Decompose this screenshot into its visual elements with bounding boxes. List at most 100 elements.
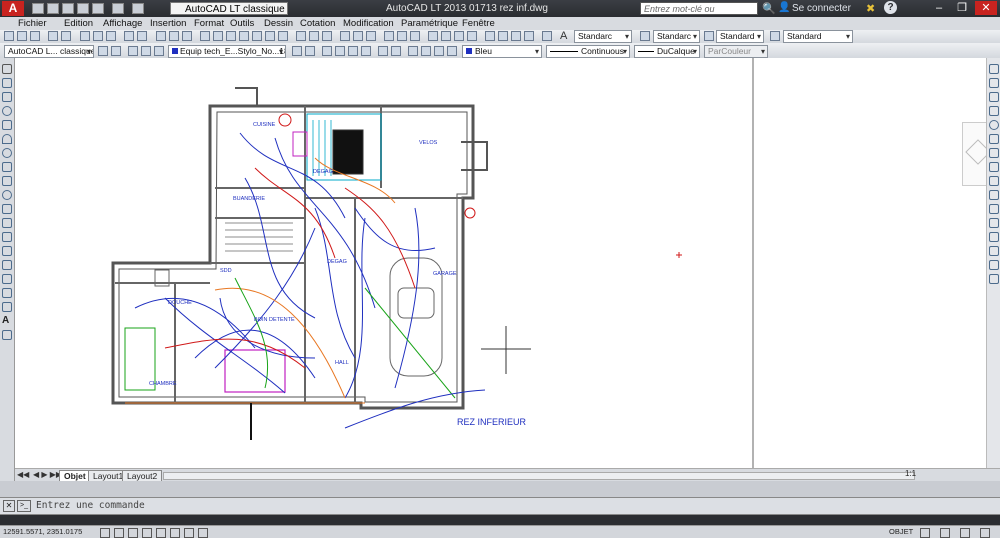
sign-in-link[interactable]: Se connecter <box>792 3 851 14</box>
copy-object-icon[interactable] <box>340 31 350 41</box>
plotstyle-dropdown[interactable]: ParCouleur <box>704 45 768 58</box>
user-icon[interactable]: 👤 <box>778 2 790 14</box>
close-button[interactable]: ✕ <box>975 1 997 15</box>
dim-style-dropdown[interactable]: Standarc <box>653 30 700 43</box>
redo-icon[interactable] <box>132 3 144 14</box>
layer-manager-icon[interactable] <box>111 46 121 56</box>
redo-icon[interactable] <box>137 31 147 41</box>
menu-format[interactable]: Format <box>194 17 224 30</box>
table-style-dropdown[interactable]: Standard <box>716 30 764 43</box>
dim-style-icon[interactable] <box>640 31 650 41</box>
stretch-icon[interactable] <box>441 31 451 41</box>
menu-dessin[interactable]: Dessin <box>264 17 293 30</box>
maximize-button[interactable]: ❐ <box>951 1 973 15</box>
explode-icon[interactable] <box>989 274 999 284</box>
layer-lock-icon[interactable] <box>378 46 388 56</box>
plot-icon[interactable] <box>92 3 104 14</box>
add-selected-icon[interactable] <box>2 330 12 340</box>
make-current-icon[interactable] <box>292 46 302 56</box>
ellipse-icon[interactable] <box>2 190 12 200</box>
polygon-icon[interactable] <box>2 106 12 116</box>
layer-previous-icon[interactable] <box>305 46 315 56</box>
layer-freeze-icon[interactable] <box>348 46 358 56</box>
markup-icon[interactable] <box>252 31 262 41</box>
bulb-icon[interactable] <box>141 46 151 56</box>
menu-cotation[interactable]: Cotation <box>300 17 335 30</box>
stretch-icon[interactable] <box>989 176 999 186</box>
undo-icon[interactable] <box>124 31 134 41</box>
color-dropdown[interactable]: Bleu <box>462 45 542 58</box>
region-icon[interactable] <box>2 288 12 298</box>
search-input[interactable]: Entrez mot-clé ou expression <box>640 2 758 27</box>
layer-off-icon[interactable] <box>361 46 371 56</box>
menu-edition[interactable]: Edition <box>64 17 93 30</box>
text-style-icon[interactable]: A <box>560 30 572 42</box>
minimize-button[interactable]: – <box>928 1 950 15</box>
menu-outils[interactable]: Outils <box>230 17 254 30</box>
properties-icon[interactable] <box>200 31 210 41</box>
fillet-icon[interactable] <box>989 260 999 270</box>
help-icon[interactable] <box>278 31 288 41</box>
close-command-icon[interactable]: ✕ <box>3 500 15 512</box>
extend-icon[interactable] <box>989 204 999 214</box>
sheet-set-icon[interactable] <box>239 31 249 41</box>
design-center-icon[interactable] <box>213 31 223 41</box>
extend-icon[interactable] <box>467 31 477 41</box>
workspace-settings-icon[interactable] <box>98 46 108 56</box>
menu-insertion[interactable]: Insertion <box>150 17 186 30</box>
trim-icon[interactable] <box>989 190 999 200</box>
layer-merge-icon[interactable] <box>434 46 444 56</box>
save-icon[interactable] <box>30 31 40 41</box>
menu-modification[interactable]: Modification <box>343 17 394 30</box>
mtext-icon[interactable]: A <box>2 316 12 326</box>
erase-icon[interactable] <box>989 64 999 74</box>
new-icon[interactable] <box>32 3 44 14</box>
print-icon[interactable] <box>48 31 58 41</box>
copy-icon[interactable] <box>989 78 999 88</box>
rectangle-icon[interactable] <box>2 120 12 130</box>
tool-palettes-icon[interactable] <box>226 31 236 41</box>
workspace-dropdown-2[interactable]: AutoCAD L... classique <box>4 45 94 58</box>
mleader-style-dropdown[interactable]: Standard <box>783 30 853 43</box>
move-icon[interactable] <box>989 134 999 144</box>
cut-icon[interactable] <box>80 31 90 41</box>
make-block-icon[interactable] <box>2 232 12 242</box>
calculator-icon[interactable] <box>265 31 275 41</box>
annotation-scale[interactable]: 1:1 <box>905 469 916 478</box>
save-icon[interactable] <box>62 3 74 14</box>
layer-unlock-icon[interactable] <box>391 46 401 56</box>
ellipse-arc-icon[interactable] <box>2 204 12 214</box>
chamfer-icon[interactable] <box>511 31 521 41</box>
table-icon[interactable] <box>2 302 12 312</box>
help-icon[interactable]: ? <box>884 1 897 14</box>
zoom-icon[interactable] <box>169 31 179 41</box>
construction-line-icon[interactable] <box>2 78 12 88</box>
autocad-logo-icon[interactable]: A <box>2 1 24 16</box>
fillet-icon[interactable] <box>524 31 534 41</box>
save-as-icon[interactable] <box>77 3 89 14</box>
break-icon[interactable] <box>989 218 999 228</box>
layer-isolate-icon[interactable] <box>322 46 332 56</box>
insert-block-icon[interactable] <box>2 218 12 228</box>
new-icon[interactable] <box>4 31 14 41</box>
line-icon[interactable] <box>2 64 12 74</box>
menu-affichage[interactable]: Affichage <box>103 17 142 30</box>
scale-icon[interactable] <box>989 162 999 172</box>
join-icon[interactable] <box>989 232 999 242</box>
zoom-window-icon[interactable] <box>182 31 192 41</box>
spline-icon[interactable] <box>2 176 12 186</box>
search-icon[interactable]: 🔍 <box>762 2 776 15</box>
command-input[interactable]: Entrez une commande <box>36 499 145 513</box>
trim-icon[interactable] <box>454 31 464 41</box>
rotate-icon[interactable] <box>989 148 999 158</box>
table-style-icon[interactable] <box>704 31 714 41</box>
mleader-style-icon[interactable] <box>770 31 780 41</box>
text-style-dropdown[interactable]: Standarc <box>574 30 632 43</box>
model-space-button[interactable]: OBJET <box>889 526 913 538</box>
sun-icon[interactable] <box>154 46 164 56</box>
exchange-icon[interactable]: ✖ <box>866 2 875 15</box>
open-icon[interactable] <box>47 3 59 14</box>
menu-fichier[interactable]: Fichier <box>18 17 47 30</box>
offset-icon[interactable] <box>366 31 376 41</box>
match-icon[interactable] <box>309 31 319 41</box>
